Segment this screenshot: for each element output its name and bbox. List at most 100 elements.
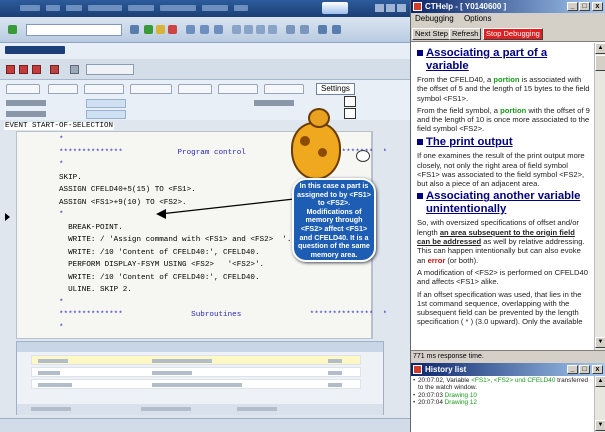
return-icon[interactable] [32,65,41,74]
variable-watch-panel [16,341,384,415]
tab-watchpoints[interactable] [130,84,172,94]
maximize-icon[interactable]: □ [579,2,590,11]
find-icon[interactable] [200,25,209,34]
code-line[interactable]: PERFORM DISPLAY-FSYM USING <FS2> '<FS2>'… [59,261,264,269]
menu-debugging[interactable]: Debugging [415,14,454,23]
first-page-icon[interactable] [232,25,241,34]
stop-debugging-button[interactable]: Stop Debugging [483,28,543,40]
code-line[interactable]: * [59,161,64,169]
last-page-icon[interactable] [268,25,277,34]
single-step-icon[interactable] [6,65,15,74]
sap-menu-item[interactable] [202,5,228,11]
minimize-icon[interactable]: _ [567,365,578,374]
enter-icon[interactable] [8,25,17,34]
continue-icon[interactable] [50,65,59,74]
help-paragraph: So, with oversized specifications of off… [417,218,585,265]
execute-icon[interactable] [19,65,28,74]
close-icon[interactable]: x [592,365,603,374]
code-line[interactable]: WRITE: /10 'Content of CFELD40:', CFELD4… [59,274,259,282]
watchpoint-button[interactable] [86,64,134,75]
debugger-tabs: Settings [0,80,410,120]
tab-table[interactable] [48,84,78,94]
code-line[interactable]: * [59,324,64,332]
sap-logo [322,2,348,14]
exit-icon[interactable] [156,25,165,34]
code-line[interactable]: * [59,136,64,144]
tab-fields[interactable] [6,84,40,94]
section-heading: Associating another variable unintention… [417,190,590,215]
watch-footer [17,404,383,415]
watch-header [17,342,383,352]
history-item[interactable]: 20:07:02, Variable <FS1>, <FS2> und CFEL… [413,377,592,392]
prev-page-icon[interactable] [244,25,253,34]
code-line[interactable]: WRITE: /10 'Content of CFELD40:', CFELD4… [59,249,259,257]
watch-row[interactable] [31,379,361,389]
scroll-down-icon[interactable]: ▼ [595,420,605,431]
window-icon[interactable] [344,108,356,119]
screen-title-bar [0,43,410,59]
history-scrollbar[interactable]: ▲ ▼ [594,376,605,432]
find-next-icon[interactable] [214,25,223,34]
sap-menu-item[interactable] [20,5,40,11]
sap-menu-item[interactable] [66,5,82,11]
sap-menu-item[interactable] [160,5,196,11]
save-icon[interactable] [130,25,139,34]
next-step-button[interactable]: Next Step [412,28,451,40]
tab-settings[interactable]: Settings [316,83,355,95]
cancel-icon[interactable] [168,25,177,34]
field-label [6,100,46,106]
sap-menu-item[interactable] [234,5,248,11]
code-line[interactable]: WRITE: / 'Assign command with <FS1> and … [59,236,291,244]
help-paragraph: From the CFELD40, a portion is associate… [417,75,590,103]
code-line[interactable]: * [59,211,64,219]
sap-menu-bar [0,0,410,17]
maximize-icon[interactable]: □ [579,365,590,374]
code-line[interactable]: ULINE. SKIP 2. [59,286,132,294]
refresh-button[interactable]: Refresh [449,28,482,40]
code-line[interactable]: * [59,299,64,307]
minimize-icon[interactable]: _ [567,2,578,11]
layout-icon[interactable] [332,25,341,34]
sap-status-bar [0,418,410,432]
section-heading: Associating a part of a variable [417,47,590,72]
tab-memory[interactable] [264,84,304,94]
history-item[interactable]: 20:07:03 Drawing 10 [413,392,592,400]
help-button-bar: Next Step Refresh Stop Debugging [411,25,605,42]
code-line[interactable]: ASSIGN CFELD40+5(15) TO <FS1>. [59,186,196,194]
explanation-bubble: In this case a part is assigned to by <F… [292,178,376,262]
next-page-icon[interactable] [256,25,265,34]
code-line[interactable]: SKIP. [59,174,82,182]
new-session-icon[interactable] [286,25,295,34]
scroll-thumb[interactable] [595,55,605,71]
code-line[interactable]: ASSIGN <FS1>+9(10) TO <FS2>. [59,199,187,207]
help-icon[interactable] [318,25,327,34]
shortcut-icon[interactable] [300,25,309,34]
window-icon[interactable] [344,96,356,107]
watch-row[interactable] [31,355,361,365]
help-status-bar: 771 ms response time. [411,350,605,363]
close-icon[interactable]: x [592,2,603,11]
scroll-down-icon[interactable]: ▼ [595,337,605,348]
back-icon[interactable] [144,25,153,34]
scroll-up-icon[interactable]: ▲ [595,43,605,54]
sap-menu-item[interactable] [88,5,122,11]
sap-menu-item[interactable] [128,5,154,11]
command-field[interactable] [26,24,122,36]
bug-head [308,108,330,128]
table-icon[interactable] [70,65,79,74]
code-line[interactable]: BREAK-POINT. [59,224,123,232]
watch-row[interactable] [31,367,361,377]
code-line[interactable]: ************** Subroutines *************… [59,311,387,319]
menu-options[interactable]: Options [464,14,492,23]
tab-overview[interactable] [218,84,258,94]
help-scrollbar[interactable]: ▲ ▼ [594,43,605,350]
scroll-up-icon[interactable]: ▲ [595,376,605,387]
help-paragraph: From the field symbol, a portion with th… [417,105,590,134]
help-paragraph: A modification of <FS2> is performed on … [417,267,588,287]
tab-breakpoints[interactable] [84,84,124,94]
sap-window-controls[interactable] [373,4,406,14]
history-item[interactable]: 20:07:04 Drawing 12 [413,399,592,407]
sap-menu-item[interactable] [46,5,60,11]
print-icon[interactable] [186,25,195,34]
tab-calls[interactable] [178,84,212,94]
